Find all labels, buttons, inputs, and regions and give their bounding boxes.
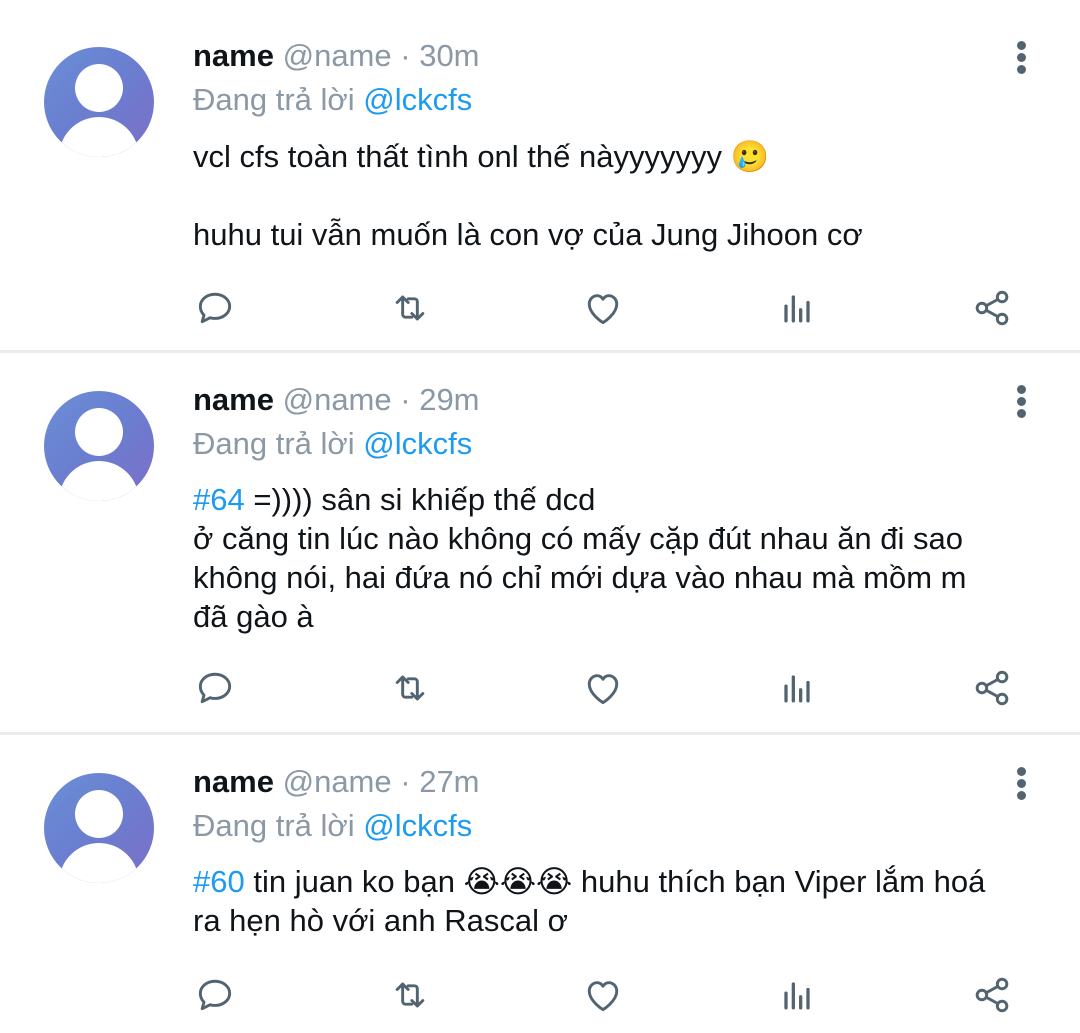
tweet-text-line: ở căng tin lúc nào không có mấy cặp đút …	[193, 521, 964, 556]
more-vertical-icon	[1017, 41, 1026, 50]
avatar[interactable]	[44, 773, 154, 883]
avatar[interactable]	[44, 391, 154, 501]
share-button[interactable]	[967, 970, 1017, 1020]
tweet-header: name @name · 29m	[193, 380, 480, 420]
hashtag-link[interactable]: #64	[193, 482, 245, 517]
tweet-header: name @name · 27m	[193, 762, 480, 802]
avatar-body-shape	[59, 461, 139, 501]
tweet-actions	[0, 283, 1080, 333]
retweet-icon	[395, 675, 425, 701]
more-vertical-icon	[1017, 53, 1026, 62]
tweet-text-line: ra hẹn hò với anh Rascal ơ	[193, 903, 568, 938]
like-icon	[587, 981, 619, 1012]
replying-to-label: Đang trả lời	[193, 82, 364, 117]
share-button[interactable]	[967, 663, 1017, 713]
like-icon	[587, 294, 619, 325]
avatar-head-shape	[75, 790, 123, 838]
reply-button[interactable]	[190, 970, 240, 1020]
views-button[interactable]	[772, 970, 822, 1020]
retweet-button[interactable]	[385, 283, 435, 333]
more-vertical-icon	[1017, 409, 1026, 418]
tweet-text-line: #60 tin juan ko bạn 😭😭😭 huhu thích bạn V…	[193, 862, 1053, 901]
tweet-text: #64 =)))) sân si khiếp thế dcd ở căng ti…	[193, 480, 1053, 636]
views-icon	[784, 675, 810, 703]
share-button[interactable]	[967, 283, 1017, 333]
reply-button[interactable]	[190, 663, 240, 713]
more-vertical-icon	[1017, 791, 1026, 800]
tweet-text-blank-line	[193, 176, 1053, 215]
reply-to-handle[interactable]: @lckcfs	[363, 426, 472, 461]
tweet-divider	[0, 350, 1080, 353]
reply-to-handle[interactable]: @lckcfs	[363, 82, 472, 117]
like-button[interactable]	[578, 970, 628, 1020]
views-icon	[784, 982, 810, 1010]
user-handle[interactable]: @name	[283, 38, 392, 73]
views-icon	[784, 295, 810, 323]
separator-dot: ·	[400, 38, 411, 73]
display-name[interactable]: name	[193, 38, 274, 73]
reply-icon	[198, 979, 232, 1011]
views-button[interactable]	[772, 283, 822, 333]
like-button[interactable]	[578, 283, 628, 333]
like-icon	[587, 674, 619, 705]
tweet-text-line: đã gào à	[193, 599, 314, 634]
display-name[interactable]: name	[193, 764, 274, 799]
replying-to: Đang trả lời @lckcfs	[193, 806, 472, 846]
retweet-icon	[395, 982, 425, 1008]
tweet-actions	[0, 663, 1080, 713]
more-vertical-icon	[1017, 397, 1026, 406]
avatar[interactable]	[44, 47, 154, 157]
separator-dot: ·	[400, 382, 411, 417]
reply-icon	[198, 672, 232, 704]
reply-icon	[198, 292, 232, 324]
retweet-button[interactable]	[385, 663, 435, 713]
like-button[interactable]	[578, 663, 628, 713]
tweet-text-line: không nói, hai đứa nó chỉ mới dựa vào nh…	[193, 560, 967, 595]
avatar-body-shape	[59, 843, 139, 883]
timestamp[interactable]: 27m	[419, 764, 479, 799]
user-handle[interactable]: @name	[283, 382, 392, 417]
avatar-head-shape	[75, 408, 123, 456]
share-icon	[975, 290, 1009, 326]
more-vertical-icon	[1017, 779, 1026, 788]
retweet-icon	[395, 295, 425, 321]
reply-to-handle[interactable]: @lckcfs	[363, 808, 472, 843]
tweet-text-line-content: =)))) sân si khiếp thế dcd	[244, 482, 596, 517]
tweet-header: name @name · 30m	[193, 36, 480, 76]
views-button[interactable]	[772, 663, 822, 713]
tweet-text: vcl cfs toàn thất tình onl thế nàyyyyyyy…	[193, 137, 1053, 254]
tweet-text-line: #64 =)))) sân si khiếp thế dcd	[193, 480, 1053, 519]
display-name[interactable]: name	[193, 382, 274, 417]
tweet-divider	[0, 732, 1080, 735]
avatar-head-shape	[75, 64, 123, 112]
more-vertical-icon	[1017, 767, 1026, 776]
more-vertical-icon	[1017, 65, 1026, 74]
more-vertical-icon	[1017, 385, 1026, 394]
tweet-actions	[0, 970, 1080, 1020]
reply-button[interactable]	[190, 283, 240, 333]
hashtag-link[interactable]: #60	[193, 864, 245, 899]
replying-to-label: Đang trả lời	[193, 426, 364, 461]
avatar-body-shape	[59, 117, 139, 157]
more-options-button[interactable]	[1008, 764, 1036, 804]
replying-to-label: Đang trả lời	[193, 808, 364, 843]
tweet-text-line-content: vcl cfs toàn thất tình onl thế nàyyyyyyy…	[193, 139, 770, 174]
tweet-text-line: huhu tui vẫn muốn là con vợ của Jung Jih…	[193, 217, 863, 252]
timestamp[interactable]: 30m	[419, 38, 479, 73]
share-icon	[975, 670, 1009, 706]
timestamp[interactable]: 29m	[419, 382, 479, 417]
more-options-button[interactable]	[1008, 382, 1036, 422]
separator-dot: ·	[400, 764, 411, 799]
replying-to: Đang trả lời @lckcfs	[193, 424, 472, 464]
retweet-button[interactable]	[385, 970, 435, 1020]
share-icon	[975, 977, 1009, 1013]
tweet-text-line-content: tin juan ko bạn 😭😭😭 huhu thích bạn Viper…	[244, 864, 986, 899]
replying-to: Đang trả lời @lckcfs	[193, 80, 472, 120]
user-handle[interactable]: @name	[283, 764, 392, 799]
more-options-button[interactable]	[1008, 38, 1036, 78]
tweet-text-line: vcl cfs toàn thất tình onl thế nàyyyyyyy…	[193, 137, 1053, 176]
tweet-text: #60 tin juan ko bạn 😭😭😭 huhu thích bạn V…	[193, 862, 1053, 940]
